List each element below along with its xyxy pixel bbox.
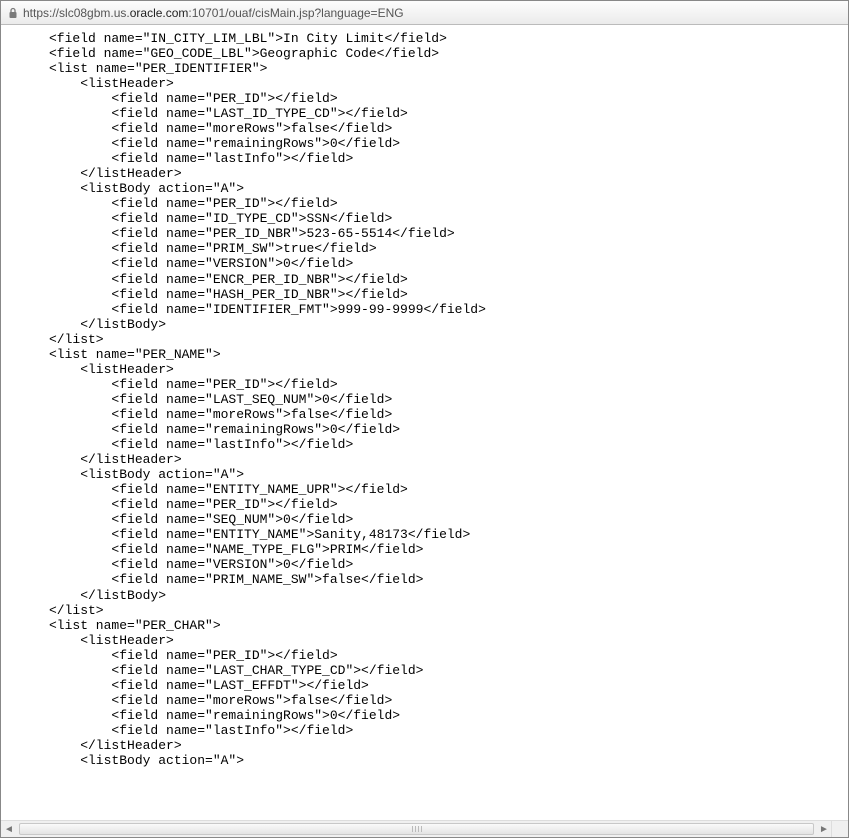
url-host-prefix: slc08gbm.us. [59,6,130,20]
scrollbar-thumb[interactable] [19,823,814,835]
horizontal-scrollbar[interactable]: ◄ ► [1,820,832,837]
content-wrap: <field name="IN_CITY_LIM_LBL">In City Li… [1,25,848,837]
url-path: :10701/ouaf/cisMain.jsp?language=ENG [188,6,403,20]
scrollbar-track[interactable] [17,822,816,836]
content-scroll-area[interactable]: <field name="IN_CITY_LIM_LBL">In City Li… [1,25,848,821]
xml-response-text: <field name="IN_CITY_LIM_LBL">In City Li… [1,25,848,821]
scroll-right-arrow-icon[interactable]: ► [816,822,832,836]
scroll-left-arrow-icon[interactable]: ◄ [1,822,17,836]
url-scheme: https:// [23,6,59,20]
url-text: https://slc08gbm.us.oracle.com:10701/oua… [23,6,404,20]
scrollbar-grip-icon [412,826,422,832]
browser-window: https://slc08gbm.us.oracle.com:10701/oua… [0,0,849,838]
url-host-domain: oracle.com [130,6,189,20]
lock-icon [7,7,19,19]
address-bar[interactable]: https://slc08gbm.us.oracle.com:10701/oua… [1,1,848,25]
scrollbar-corner [831,820,848,837]
